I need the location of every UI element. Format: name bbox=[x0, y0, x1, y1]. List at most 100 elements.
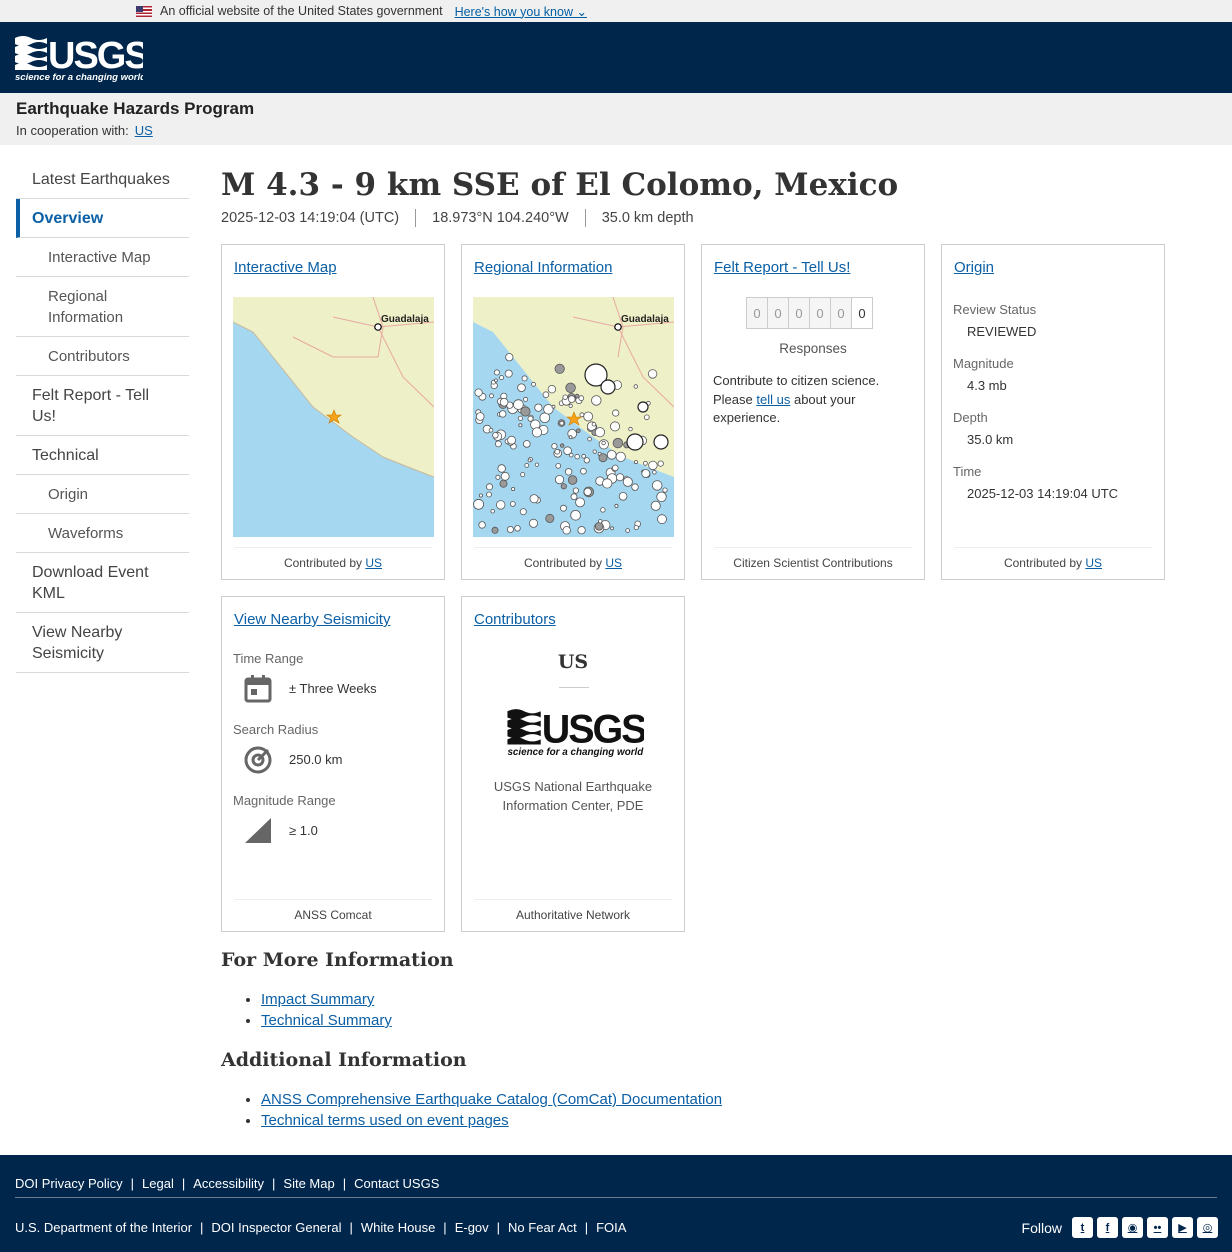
network-code: US bbox=[557, 651, 589, 673]
youtube-icon[interactable]: ▶ bbox=[1172, 1217, 1193, 1238]
seismicity-dot bbox=[653, 434, 669, 450]
event-meta: 2025-12-03 14:19:04 (UTC) 18.973°N 104.2… bbox=[221, 209, 1181, 227]
seismicity-dot bbox=[499, 397, 509, 407]
github-icon[interactable]: ◉ bbox=[1122, 1217, 1143, 1238]
flickr-icon[interactable]: •• bbox=[1147, 1217, 1168, 1238]
depth-label: Depth bbox=[953, 410, 988, 425]
seismicity-dot bbox=[517, 383, 526, 392]
seismicity-dot bbox=[641, 469, 651, 478]
regional-map-thumbnail[interactable]: Guadalaja bbox=[473, 297, 674, 537]
review-status-value: REVIEWED bbox=[967, 324, 1037, 339]
seismicity-dot bbox=[602, 478, 613, 489]
seismicity-dot bbox=[615, 473, 624, 482]
seismicity-dot bbox=[522, 440, 531, 448]
seismicity-dot bbox=[520, 472, 526, 478]
seismicity-dot bbox=[559, 443, 565, 448]
sidebar-item-latest-earthquakes[interactable]: Latest Earthquakes bbox=[16, 160, 189, 199]
seismicity-dot bbox=[625, 528, 630, 533]
seismicity-dot bbox=[529, 518, 539, 528]
seismicity-dot bbox=[656, 491, 667, 503]
footer-link-accessibility[interactable]: Accessibility bbox=[193, 1176, 264, 1191]
technical-summary-link[interactable]: Technical Summary bbox=[261, 1012, 392, 1029]
responses-label: Responses bbox=[779, 341, 847, 356]
instagram-icon[interactable]: ◎ bbox=[1197, 1217, 1218, 1238]
interactive-map-contributor-link[interactable]: US bbox=[365, 556, 382, 570]
seismicity-dot bbox=[497, 464, 506, 473]
seismicity-dot bbox=[523, 396, 529, 402]
felt-footer: Citizen Scientist Contributions bbox=[714, 547, 912, 570]
sidebar-item-technical[interactable]: Technical bbox=[16, 436, 189, 475]
footer-link-doi[interactable]: U.S. Department of the Interior bbox=[15, 1220, 192, 1235]
regional-info-card: Regional Information Guadalaja Contribut… bbox=[461, 244, 685, 580]
seismicity-dot bbox=[568, 435, 573, 440]
origin-link[interactable]: Origin bbox=[954, 259, 994, 276]
usgs-contributor-logo: USGS science for a changing world bbox=[507, 707, 644, 757]
seismicity-dot bbox=[551, 404, 556, 409]
seismicity-dot bbox=[657, 514, 667, 525]
regional-contributor-link[interactable]: US bbox=[605, 556, 622, 570]
seismicity-dot bbox=[562, 526, 571, 535]
footer-link-legal[interactable]: Legal bbox=[142, 1176, 174, 1191]
footer-link-privacy[interactable]: DOI Privacy Policy bbox=[15, 1176, 123, 1191]
sidebar-item-overview[interactable]: Overview bbox=[16, 199, 189, 238]
contributors-link[interactable]: Contributors bbox=[474, 611, 556, 628]
usgs-logo[interactable]: USGS science for a changing world bbox=[15, 32, 143, 82]
technical-terms-link[interactable]: Technical terms used on event pages bbox=[261, 1112, 509, 1129]
footer-link-contact[interactable]: Contact USGS bbox=[354, 1176, 439, 1191]
seismicity-dot bbox=[598, 519, 603, 524]
program-bar: Earthquake Hazards Program In cooperatio… bbox=[0, 93, 1232, 145]
heres-how-you-know-link[interactable]: Here's how you know ⌄ bbox=[455, 4, 587, 19]
twitter-icon[interactable]: t bbox=[1072, 1217, 1093, 1238]
seismicity-dot bbox=[492, 432, 499, 439]
footer-link-no-fear-act[interactable]: No Fear Act bbox=[508, 1220, 577, 1235]
origin-contributor-link[interactable]: US bbox=[1085, 556, 1102, 570]
cooperation-us-link[interactable]: US bbox=[135, 123, 153, 138]
footer-link-sitemap[interactable]: Site Map bbox=[283, 1176, 334, 1191]
sidebar-item-origin[interactable]: Origin bbox=[16, 475, 189, 514]
footer-link-inspector-general[interactable]: DOI Inspector General bbox=[211, 1220, 341, 1235]
sidebar-item-felt-report[interactable]: Felt Report - Tell Us! bbox=[16, 376, 189, 436]
seismicity-dot bbox=[531, 381, 536, 387]
gov-banner-text: An official website of the United States… bbox=[160, 4, 443, 18]
seismicity-dot bbox=[583, 487, 592, 496]
tell-us-link[interactable]: tell us bbox=[756, 392, 790, 407]
interactive-map-thumbnail[interactable]: Guadalaja bbox=[233, 297, 434, 537]
impact-summary-link[interactable]: Impact Summary bbox=[261, 991, 374, 1008]
seismicity-dot bbox=[574, 393, 580, 399]
sidebar-item-nearby-seismicity[interactable]: View Nearby Seismicity bbox=[16, 613, 189, 673]
main-content: M 4.3 - 9 km SSE of El Colomo, Mexico 20… bbox=[221, 165, 1181, 1129]
seismicity-dot bbox=[570, 510, 581, 521]
seismicity-dot bbox=[633, 460, 638, 465]
felt-report-link[interactable]: Felt Report - Tell Us! bbox=[714, 259, 850, 276]
more-info-heading: For More Information bbox=[221, 949, 454, 971]
seismicity-dot bbox=[527, 458, 532, 463]
seismicity-dot bbox=[572, 487, 580, 494]
cooperation-line: In cooperation with: US bbox=[16, 123, 1216, 138]
seismicity-dot bbox=[507, 435, 516, 445]
sidebar-item-contributors[interactable]: Contributors bbox=[16, 337, 189, 376]
sidebar-item-regional-information[interactable]: Regional Information bbox=[16, 277, 189, 337]
seismicity-dot bbox=[474, 388, 483, 397]
counter-digit: 0 bbox=[788, 297, 810, 329]
more-info-section: For More Information Impact Summary Tech… bbox=[221, 949, 1021, 1131]
svg-text:science for a changing world: science for a changing world bbox=[507, 747, 644, 757]
regional-info-link[interactable]: Regional Information bbox=[474, 259, 612, 276]
nearby-seismicity-link[interactable]: View Nearby Seismicity bbox=[234, 611, 390, 628]
seismicity-dot bbox=[647, 369, 658, 379]
seismicity-dot bbox=[491, 526, 499, 534]
seismicity-dot bbox=[475, 412, 485, 421]
seismicity-dot bbox=[601, 440, 606, 446]
social-follow: Follow t f ◉ •• ▶ ◎ bbox=[1022, 1217, 1218, 1238]
sidebar-item-download-kml[interactable]: Download Event KML bbox=[16, 553, 189, 613]
comcat-docs-link[interactable]: ANSS Comprehensive Earthquake Catalog (C… bbox=[261, 1091, 722, 1108]
facebook-icon[interactable]: f bbox=[1097, 1217, 1118, 1238]
felt-responses-counter: 0 0 0 0 0 0 bbox=[746, 297, 873, 329]
footer-link-white-house[interactable]: White House bbox=[361, 1220, 435, 1235]
sidebar-item-waveforms[interactable]: Waveforms bbox=[16, 514, 189, 553]
interactive-map-link[interactable]: Interactive Map bbox=[234, 259, 337, 276]
seismicity-dot bbox=[534, 403, 543, 412]
footer-link-egov[interactable]: E-gov bbox=[455, 1220, 489, 1235]
sidebar-item-interactive-map[interactable]: Interactive Map bbox=[16, 238, 189, 277]
seismicity-dot bbox=[495, 474, 501, 480]
footer-link-foia[interactable]: FOIA bbox=[596, 1220, 626, 1235]
